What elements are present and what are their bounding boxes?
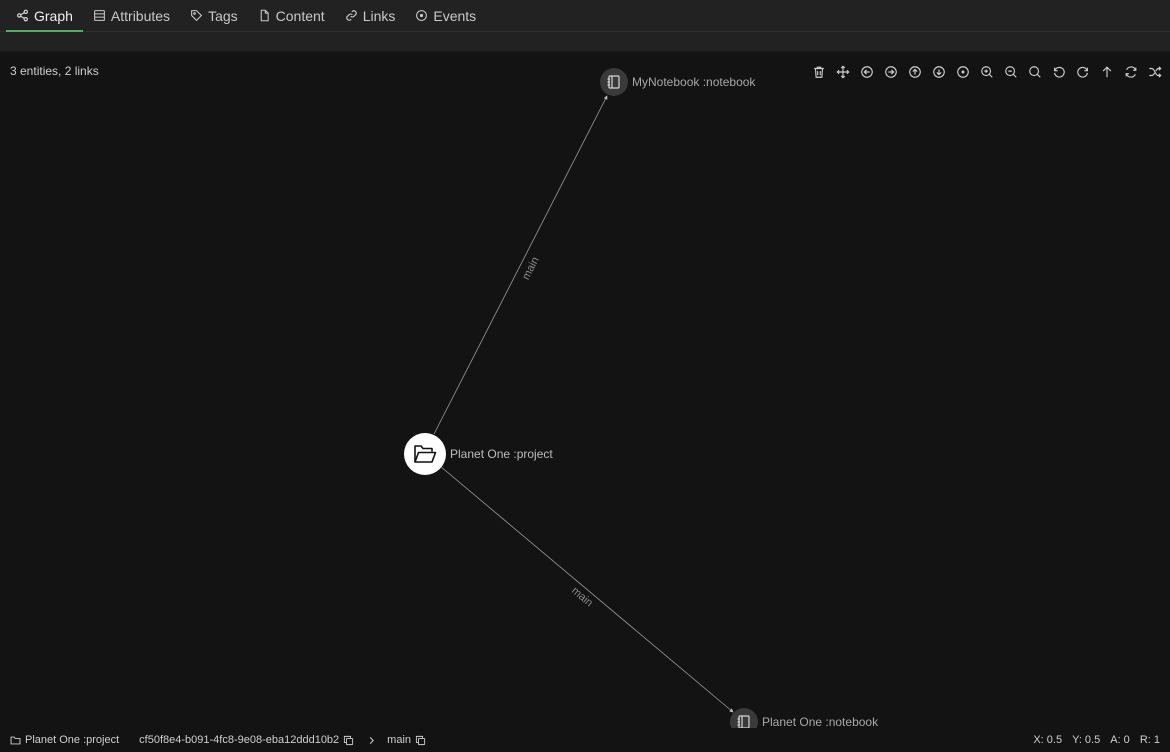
link-line[interactable] xyxy=(433,95,608,435)
coord-r: R: 1 xyxy=(1139,734,1160,746)
coord-y: Y: 0.5 xyxy=(1072,734,1101,746)
node-label: MyNotebook :notebook xyxy=(632,75,756,89)
graph-node-mynotebook[interactable]: MyNotebook :notebook xyxy=(600,68,756,96)
zoom-out-icon xyxy=(1005,66,1017,78)
zoom-in-icon xyxy=(981,66,993,78)
pan-right-button[interactable] xyxy=(882,64,900,80)
tab-label: Attributes xyxy=(110,7,171,24)
graph-canvas[interactable]: main main Planet One :project MyNotebook… xyxy=(0,52,1170,728)
graph-node-planet-one-notebook[interactable]: Planet One :notebook xyxy=(730,708,879,728)
up-button[interactable] xyxy=(1098,64,1116,80)
shuffle-icon xyxy=(1149,66,1162,78)
node-label: Planet One :project xyxy=(450,447,553,461)
link-label: main xyxy=(569,585,595,610)
link-icon xyxy=(345,10,357,21)
node-label: Planet One :notebook xyxy=(762,715,879,728)
status-entity-label: Planet One :project xyxy=(25,734,120,746)
pan-left-button[interactable] xyxy=(858,64,876,80)
arrow-down-circle-icon xyxy=(933,66,945,78)
graph-node-project[interactable]: Planet One :project xyxy=(404,433,553,475)
status-bar: Planet One :project cf50f8e4-b091-4fc8-9… xyxy=(0,728,1170,752)
tab-label: Graph xyxy=(34,7,73,24)
tab-bar: Graph Attributes Tags Content Links Even… xyxy=(0,0,1170,32)
rotate-right-button[interactable] xyxy=(1074,64,1092,80)
link-line[interactable] xyxy=(439,465,734,713)
shuffle-button[interactable] xyxy=(1146,64,1164,80)
arrow-up-icon xyxy=(1102,66,1112,78)
search-icon xyxy=(1029,66,1041,78)
tab-label: Events xyxy=(433,7,477,24)
target-icon xyxy=(957,66,969,78)
tab-label: Links xyxy=(362,7,396,24)
tab-tags[interactable]: Tags xyxy=(180,0,248,31)
arrow-right-circle-icon xyxy=(885,66,897,78)
zoom-out-button[interactable] xyxy=(1002,64,1020,80)
move-button[interactable] xyxy=(834,64,852,80)
arrow-up-circle-icon xyxy=(909,66,921,78)
zoom-in-button[interactable] xyxy=(978,64,996,80)
branch-name[interactable]: main xyxy=(387,734,411,746)
graph-summary: 3 entities, 2 links xyxy=(10,64,99,78)
pan-up-button[interactable] xyxy=(906,64,924,80)
chevron-right-icon xyxy=(369,736,375,744)
refresh-icon xyxy=(1125,66,1137,78)
arrow-left-circle-icon xyxy=(861,66,873,78)
folder-icon xyxy=(10,736,21,744)
tag-icon xyxy=(191,10,203,22)
table-icon xyxy=(94,10,105,21)
rotate-left-button[interactable] xyxy=(1050,64,1068,80)
rotate-ccw-icon xyxy=(1054,66,1065,78)
coord-x: X: 0.5 xyxy=(1033,734,1063,746)
refresh-button[interactable] xyxy=(1122,64,1140,80)
tab-label: Content xyxy=(275,7,325,24)
share-icon xyxy=(17,9,28,22)
file-icon xyxy=(260,9,269,22)
graph-toolbar xyxy=(810,64,1164,80)
tab-graph[interactable]: Graph xyxy=(6,0,83,32)
tab-attributes[interactable]: Attributes xyxy=(83,0,180,31)
circle-dot-icon xyxy=(416,10,428,21)
rotate-cw-icon xyxy=(1077,66,1088,78)
tab-links[interactable]: Links xyxy=(335,0,406,31)
trash-icon xyxy=(814,66,824,78)
pan-down-button[interactable] xyxy=(930,64,948,80)
move-icon xyxy=(836,65,850,79)
delete-button[interactable] xyxy=(810,64,828,80)
copy-icon[interactable] xyxy=(343,735,354,746)
tab-events[interactable]: Events xyxy=(405,0,486,31)
tab-content[interactable]: Content xyxy=(248,0,335,31)
status-entity[interactable]: Planet One :project xyxy=(10,734,119,746)
copy-icon[interactable] xyxy=(415,735,426,746)
coord-a: A: 0 xyxy=(1110,734,1130,746)
view-coordinates: X: 0.5 Y: 0.5 A: 0 R: 1 xyxy=(1033,728,1160,752)
status-id: cf50f8e4-b091-4fc8-9e08-eba12ddd10b2 mai… xyxy=(139,734,426,746)
tab-label: Tags xyxy=(208,7,238,24)
sub-toolbar xyxy=(0,32,1170,52)
center-button[interactable] xyxy=(954,64,972,80)
entity-id: cf50f8e4-b091-4fc8-9e08-eba12ddd10b2 xyxy=(139,734,340,746)
graph-svg[interactable]: main main Planet One :project MyNotebook… xyxy=(0,52,1170,728)
search-button[interactable] xyxy=(1026,64,1044,80)
